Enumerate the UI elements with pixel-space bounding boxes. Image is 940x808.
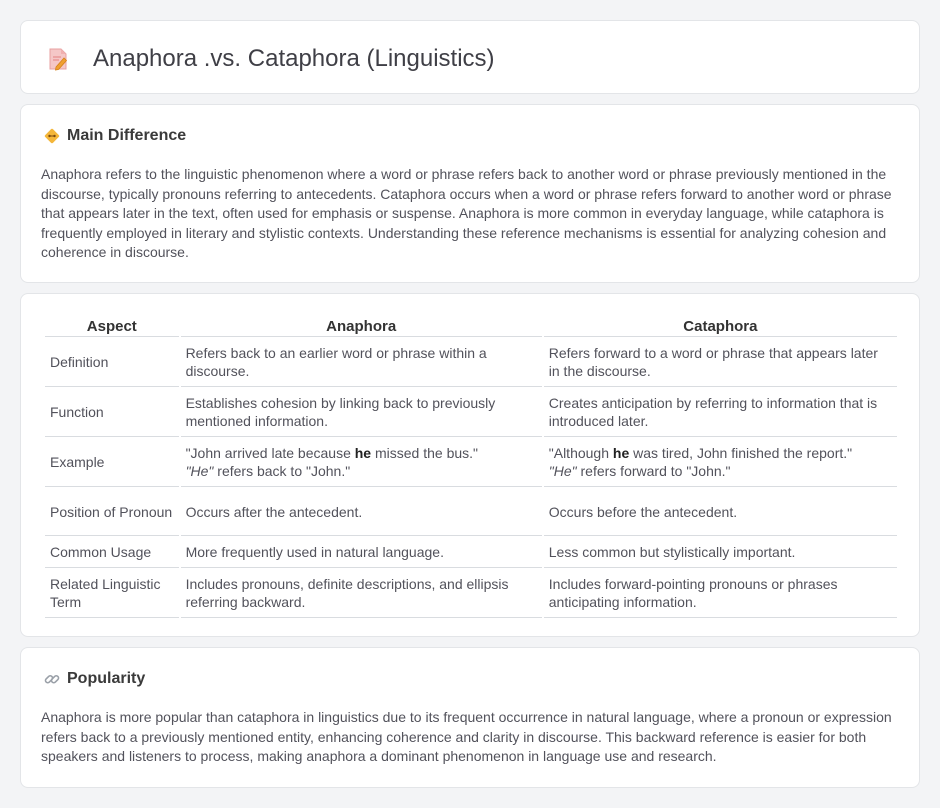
row-anaphora-example: "John arrived late because he missed the… <box>180 437 542 487</box>
comparison-table-card: Aspect Anaphora Cataphora Definition Ref… <box>20 293 920 637</box>
row-cataphora: Refers forward to a word or phrase that … <box>543 337 897 387</box>
example-text: "Although <box>548 445 613 461</box>
row-aspect: Related Linguistic Term <box>45 568 179 618</box>
header-cataphora: Cataphora <box>543 316 897 337</box>
row-aspect: Position of Pronoun <box>45 487 179 536</box>
popularity-title: Popularity <box>67 670 146 687</box>
row-cataphora: Creates anticipation by referring to inf… <box>543 387 897 437</box>
row-anaphora: Occurs after the antecedent. <box>180 487 542 536</box>
link-icon <box>44 674 60 684</box>
example-pronoun: he <box>354 445 372 461</box>
table-header-row: Aspect Anaphora Cataphora <box>45 316 897 337</box>
row-anaphora: Includes pronouns, definite descriptions… <box>180 568 542 618</box>
example-pronoun: he <box>612 445 630 461</box>
example-text: was tired, John finished the report." <box>629 445 853 461</box>
row-cataphora: Includes forward-pointing pronouns or ph… <box>543 568 897 618</box>
comparison-table: Aspect Anaphora Cataphora Definition Ref… <box>43 316 899 618</box>
row-aspect: Function <box>45 387 179 437</box>
row-cataphora-example: "Although he was tired, John finished th… <box>543 437 897 487</box>
row-aspect: Definition <box>45 337 179 387</box>
table-row: Related Linguistic Term Includes pronoun… <box>45 568 897 618</box>
example-pronoun-em: "He" <box>185 463 214 479</box>
table-row: Common Usage More frequently used in nat… <box>45 536 897 568</box>
example-note: refers back to "John." <box>213 463 351 479</box>
table-row: Function Establishes cohesion by linking… <box>45 387 897 437</box>
row-cataphora: Less common but stylistically important. <box>543 536 897 568</box>
example-note: refers forward to "John." <box>576 463 731 479</box>
row-aspect: Common Usage <box>45 536 179 568</box>
header-aspect: Aspect <box>45 316 179 337</box>
page-title: Anaphora .vs. Cataphora (Linguistics) <box>93 45 495 72</box>
title-card: Anaphora .vs. Cataphora (Linguistics) <box>20 20 920 94</box>
popularity-text: Anaphora is more popular than cataphora … <box>41 709 892 764</box>
example-pronoun-em: "He" <box>548 463 577 479</box>
row-aspect: Example <box>45 437 179 487</box>
document-edit-icon <box>49 48 68 71</box>
row-anaphora: Refers back to an earlier word or phrase… <box>180 337 542 387</box>
main-difference-card: Main Difference Anaphora refers to the l… <box>20 104 920 283</box>
row-anaphora: Establishes cohesion by linking back to … <box>180 387 542 437</box>
table-row: Definition Refers back to an earlier wor… <box>45 337 897 387</box>
row-anaphora: More frequently used in natural language… <box>180 536 542 568</box>
header-anaphora: Anaphora <box>180 316 542 337</box>
example-text: missed the bus." <box>371 445 479 461</box>
table-row: Position of Pronoun Occurs after the ant… <box>45 487 897 536</box>
main-difference-text: Anaphora refers to the linguistic phenom… <box>41 166 892 260</box>
example-text: "John arrived late because <box>185 445 355 461</box>
popularity-card: Popularity Anaphora is more popular than… <box>20 647 920 788</box>
row-cataphora: Occurs before the antecedent. <box>543 487 897 536</box>
table-row: Example "John arrived late because he mi… <box>45 437 897 487</box>
main-difference-title: Main Difference <box>67 127 187 144</box>
diamond-warning-icon <box>44 128 60 144</box>
